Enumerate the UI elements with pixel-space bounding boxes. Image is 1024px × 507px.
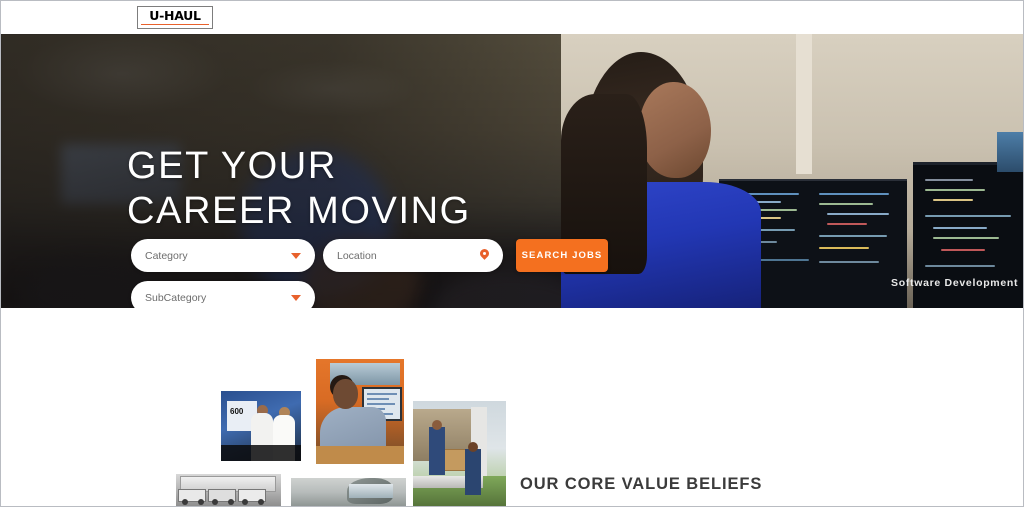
photo-wheel (182, 499, 188, 505)
photo-mirror (347, 478, 393, 504)
photo-wheel (228, 499, 234, 505)
map-pin-icon[interactable] (480, 249, 489, 262)
uhaul-logo-bar (141, 24, 209, 25)
page-root: U-HAUL Saved Jobs Returning Applicants B… (0, 0, 1024, 507)
photo-historic-trucks-bw (176, 474, 281, 506)
uhaul-logo[interactable]: U-HAUL (137, 6, 213, 29)
category-select-label: Category (145, 249, 188, 262)
photo-collage: 600 (1, 308, 1023, 506)
photo-desk (316, 446, 404, 464)
subcategory-select-label: SubCategory (145, 291, 207, 304)
photo-truck-loading (413, 401, 506, 506)
photo-monitor-far-right (997, 132, 1023, 172)
hero-headline: GET YOUR CAREER MOVING (127, 144, 471, 234)
photo-vehicle-mirror (291, 478, 406, 506)
search-jobs-button[interactable]: SEARCH JOBS (516, 239, 608, 272)
site-header: U-HAUL Saved Jobs Returning Applicants B… (1, 1, 1023, 34)
photo-wheel (242, 499, 248, 505)
chevron-down-icon (291, 252, 301, 259)
photo-worker-a-head (432, 420, 442, 430)
photo-sign-number: 600 (230, 407, 244, 416)
photo-call-center-agent (316, 359, 404, 464)
photo-pillar (796, 34, 812, 174)
hero-headline-line-1: GET YOUR (127, 145, 337, 187)
photo-wheel (212, 499, 218, 505)
photo-person-head (333, 379, 358, 409)
subcategory-select[interactable]: SubCategory (131, 281, 315, 308)
location-input-wrapper[interactable]: Location (323, 239, 503, 272)
core-values-heading: OUR CORE VALUE BELIEFS (520, 475, 763, 493)
chevron-down-icon (291, 294, 301, 301)
photo-worker-b-head (468, 442, 478, 452)
hero-headline-line-2: CAREER MOVING (127, 190, 471, 232)
uhaul-logo-text: U-HAUL (149, 8, 201, 23)
category-select[interactable]: Category (131, 239, 315, 272)
hero-section: Software Development GET YOUR CAREER MOV… (1, 34, 1023, 308)
hero-photo-caption: Software Development (891, 277, 1019, 289)
hero-photo-software-development: Software Development (561, 34, 1023, 308)
location-input-label: Location (337, 249, 377, 262)
photo-person-face (639, 82, 711, 178)
photo-foreground (221, 445, 301, 461)
photo-worker-b-body (465, 449, 481, 495)
photo-worker-a-body (429, 427, 445, 475)
photo-wheel (198, 499, 204, 505)
core-values-section: 600 OUR CORE VALUE BELIEFS (1, 308, 1023, 506)
photo-mirror-glass (349, 484, 393, 498)
photo-wheel (258, 499, 264, 505)
photo-team-celebration: 600 (221, 391, 301, 461)
